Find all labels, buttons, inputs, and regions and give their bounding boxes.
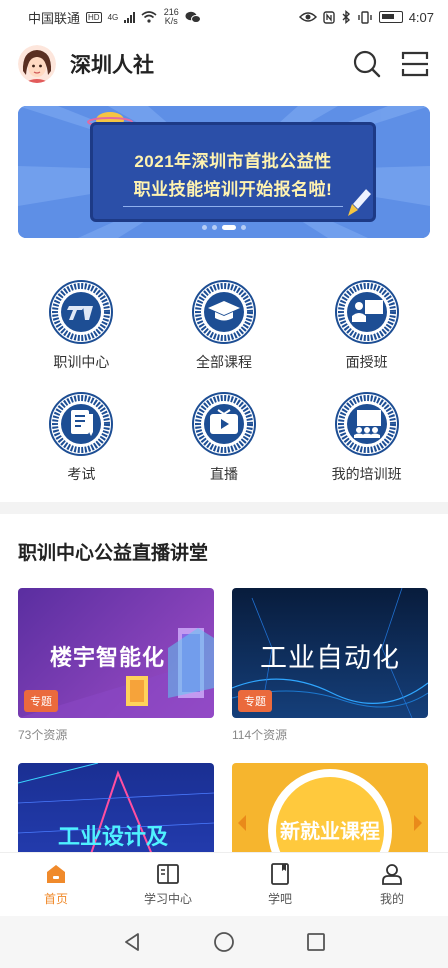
grid-label: 考试 — [67, 466, 96, 482]
section-divider — [0, 502, 448, 514]
course-cover[interactable]: 工业自动化 专题 — [232, 588, 428, 718]
course-card[interactable]: 工业自动化 专题 114个资源 — [232, 588, 428, 743]
network-type: 4G — [107, 12, 119, 22]
rocket-icon — [348, 186, 374, 216]
grid-label: 全部课程 — [195, 354, 252, 370]
avatar[interactable] — [18, 45, 56, 83]
grid-label: 面授班 — [345, 354, 388, 370]
tab-label: 首页 — [43, 892, 68, 906]
tab-home[interactable]: 首页 — [0, 853, 112, 916]
battery-icon — [378, 11, 403, 23]
graduation-cap-icon — [191, 280, 256, 344]
course-title: 新就业课程 — [280, 821, 380, 843]
home-icon — [47, 865, 65, 883]
course-card-list: 楼宇智能化 专题 73个资源 工业自动化 专题 114个资源 工业设计及 新就业… — [0, 572, 448, 893]
my-class-icon — [334, 392, 399, 456]
bluetooth-icon — [342, 10, 350, 24]
system-navigation-bar — [0, 916, 448, 968]
training-center-icon — [49, 280, 114, 344]
tab-label: 学习中心 — [143, 892, 192, 906]
book-open-icon — [157, 864, 179, 884]
banner-dot[interactable] — [241, 225, 246, 230]
section-title: 职训中心公益直播讲堂 — [18, 543, 209, 564]
back-icon[interactable] — [121, 931, 143, 953]
topic-tag: 专题 — [238, 690, 272, 712]
grid-label: 直播 — [209, 466, 238, 482]
search-icon[interactable] — [352, 49, 382, 79]
home-circle-icon[interactable] — [213, 931, 235, 953]
grid-item-my-class[interactable]: 我的培训班 — [295, 392, 438, 492]
banner-line-2: 职业技能培训开始报名啦! — [133, 180, 333, 199]
classroom-icon — [334, 280, 399, 344]
grid-item-classroom[interactable]: 面授班 — [295, 280, 438, 380]
wifi-icon — [141, 11, 157, 23]
app-header: 深圳人社 — [0, 34, 448, 94]
course-title: 楼宇智能化 — [50, 645, 166, 670]
eye-icon — [298, 12, 317, 22]
clock-text: 4:07 — [408, 9, 434, 25]
banner-pagination[interactable] — [18, 225, 430, 230]
status-bar: 中国联通 HD 4G 216 K/s 4:07 — [0, 0, 448, 34]
exam-icon — [49, 392, 114, 456]
banner-board: 2021年深圳市首批公益性 职业技能培训开始报名啦! — [90, 122, 376, 222]
promo-banner[interactable]: 2021年深圳市首批公益性 职业技能培训开始报名啦! — [18, 106, 430, 238]
grid-label: 我的培训班 — [331, 466, 402, 482]
course-cover[interactable]: 楼宇智能化 专题 — [18, 588, 214, 718]
grid-item-exam[interactable]: 考试 — [10, 392, 153, 492]
signal-icon — [124, 11, 136, 23]
banner-line-1: 2021年深圳市首批公益性 — [134, 152, 332, 171]
wechat-icon — [185, 11, 202, 23]
banner-rule — [123, 206, 343, 207]
grid-label: 职训中心 — [53, 354, 110, 370]
scan-icon[interactable] — [400, 49, 430, 79]
banner-dot-active[interactable] — [222, 225, 236, 230]
live-tv-icon — [191, 392, 256, 456]
tab-label: 我的 — [379, 892, 404, 906]
course-card[interactable]: 楼宇智能化 专题 73个资源 — [18, 588, 214, 743]
grid-item-all-courses[interactable]: 全部课程 — [153, 280, 296, 380]
vibrate-icon — [357, 10, 372, 24]
page-title: 深圳人社 — [70, 54, 154, 77]
tab-label: 学吧 — [267, 892, 292, 906]
resource-count: 73个资源 — [18, 728, 68, 742]
user-icon — [382, 864, 402, 885]
tab-learning-center[interactable]: 学习中心 — [112, 853, 224, 916]
grid-item-training-center[interactable]: 职训中心 — [10, 280, 153, 380]
bottom-tab-bar: 首页 学习中心 学吧 我的 — [0, 852, 448, 916]
hd-badge: HD — [86, 11, 102, 23]
grid-item-live[interactable]: 直播 — [153, 392, 296, 492]
notebook-icon — [271, 863, 289, 885]
recents-icon[interactable] — [305, 931, 327, 953]
banner-dot[interactable] — [202, 225, 207, 230]
tab-profile[interactable]: 我的 — [336, 853, 448, 916]
topic-tag: 专题 — [24, 690, 58, 712]
carrier-text: 中国联通 — [28, 10, 81, 26]
banner-dot[interactable] — [212, 225, 217, 230]
tab-study-bar[interactable]: 学吧 — [224, 853, 336, 916]
quick-entry-grid: 职训中心 全部课程 面授班 考试 直播 我的培训班 — [0, 238, 448, 492]
course-title: 工业自动化 — [260, 643, 400, 673]
nfc-icon — [322, 10, 335, 24]
resource-count: 114个资源 — [232, 728, 288, 742]
net-speed: 216 K/s — [163, 7, 179, 26]
